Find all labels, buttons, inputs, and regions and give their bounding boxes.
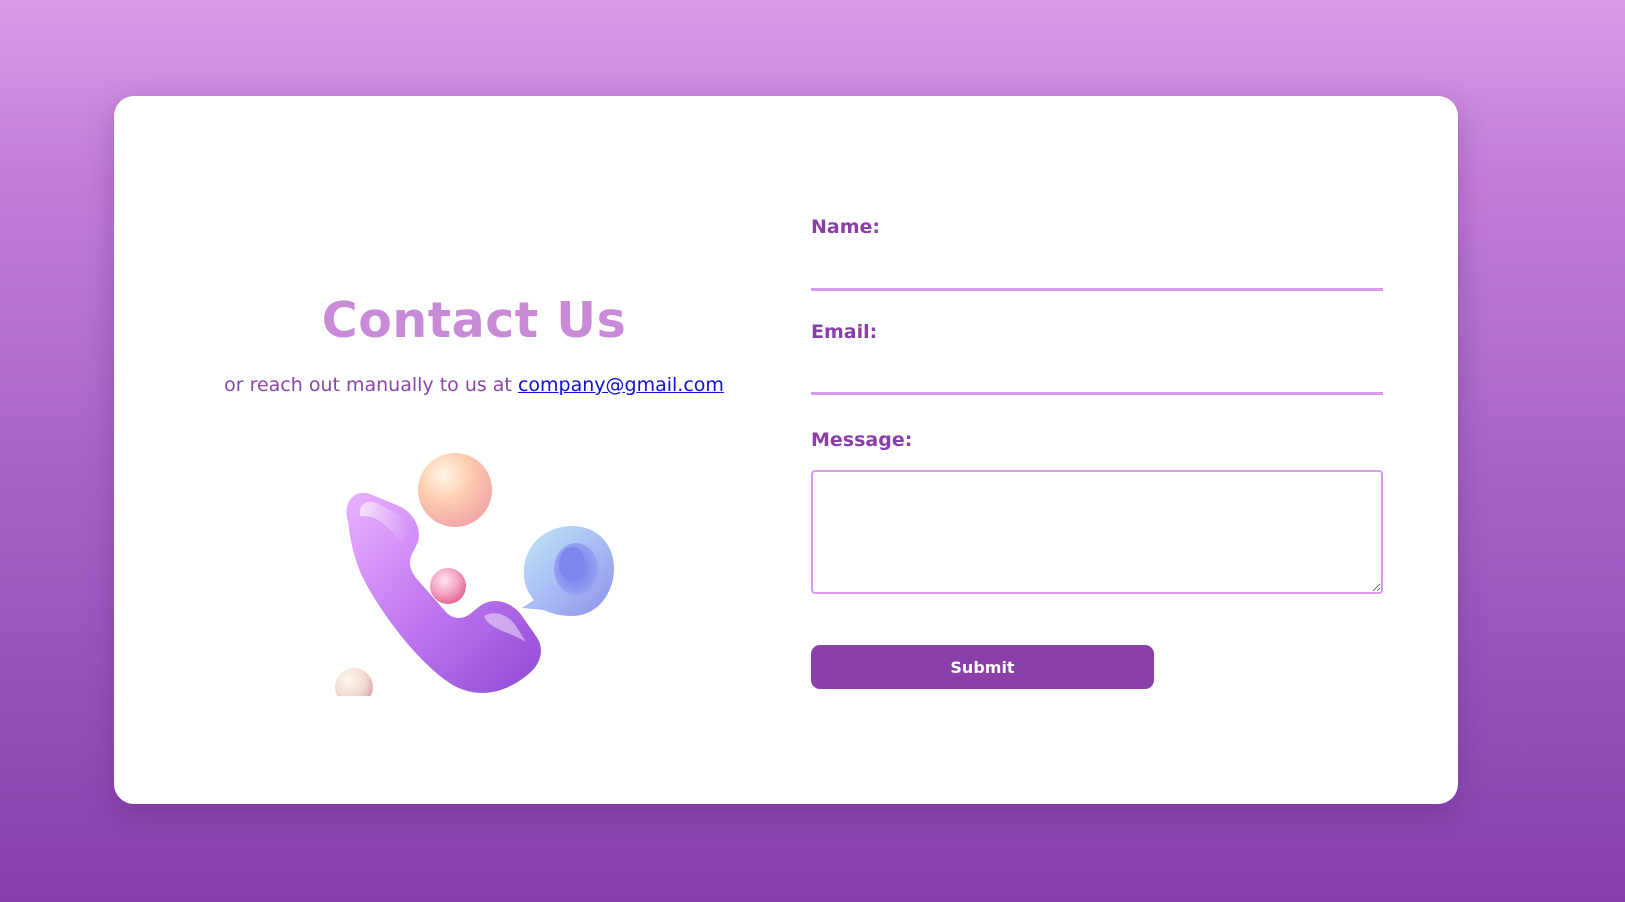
page-title: Contact Us	[321, 292, 627, 349]
contact-form: Name: Email: Message: Submit	[811, 96, 1391, 804]
submit-button[interactable]: Submit	[811, 645, 1154, 689]
name-label: Name:	[811, 216, 881, 238]
message-label: Message:	[811, 429, 913, 451]
name-input[interactable]	[811, 254, 1383, 291]
email-input[interactable]	[811, 358, 1383, 395]
contact-info-panel: Contact Us or reach out manually to us a…	[114, 96, 834, 804]
contact-card: Contact Us or reach out manually to us a…	[114, 96, 1458, 804]
phone-call-3d-icon	[335, 453, 614, 696]
message-textarea[interactable]	[811, 470, 1383, 594]
email-label: Email:	[811, 321, 878, 343]
